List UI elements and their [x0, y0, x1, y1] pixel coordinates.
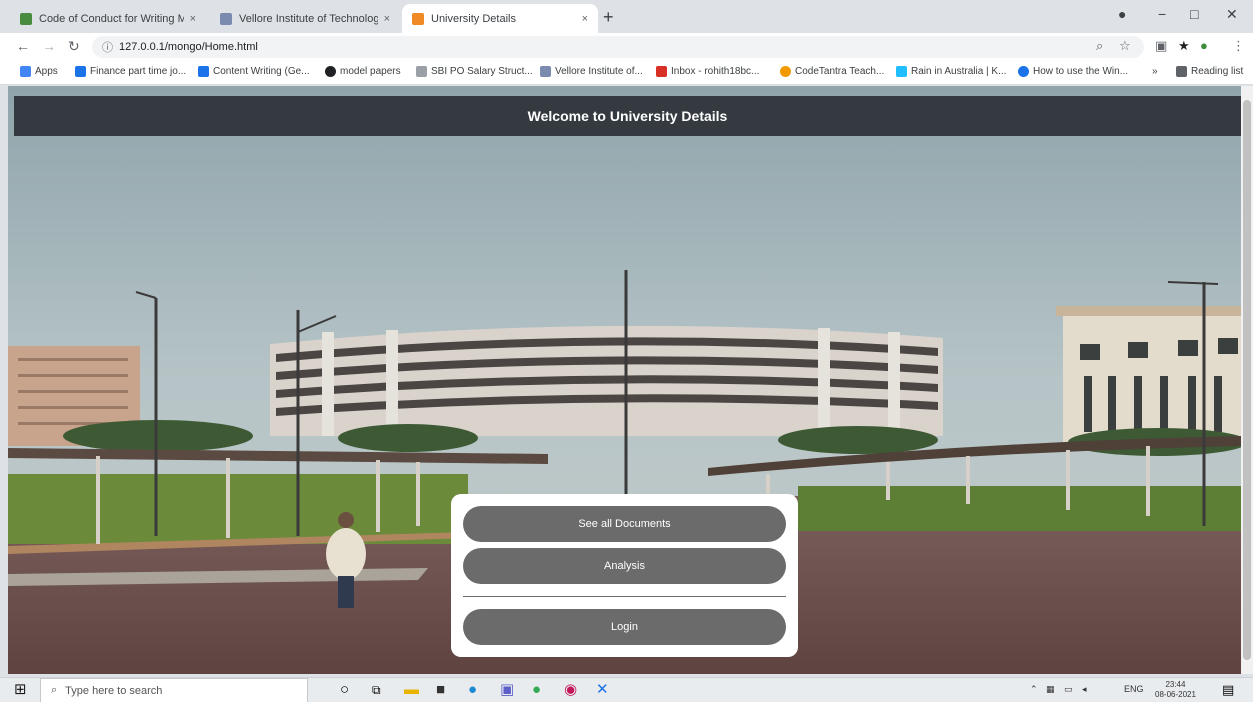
- more-menu-icon[interactable]: ⋮: [1232, 38, 1245, 54]
- close-tab-icon[interactable]: ×: [582, 13, 588, 25]
- bookmark-favicon-icon: [416, 66, 427, 77]
- login-button[interactable]: Login: [463, 609, 786, 645]
- file-explorer-icon[interactable]: ▬: [404, 682, 419, 698]
- tab-code-of-conduct[interactable]: Code of Conduct for Writing M... ×: [10, 4, 206, 33]
- tab-title: University Details: [431, 12, 516, 25]
- bookmark-item[interactable]: CodeTantra Teach...: [780, 66, 884, 77]
- forward-icon[interactable]: →: [42, 38, 56, 54]
- tab-favicon-icon: [220, 12, 232, 25]
- zoom-icon[interactable]: ⌕: [1096, 38, 1103, 54]
- bookmark-item[interactable]: Content Writing (Ge...: [198, 66, 310, 77]
- task-view-icon[interactable]: ⧉: [372, 682, 381, 698]
- bookmark-favicon-icon: [75, 66, 86, 77]
- tab-university-details[interactable]: University Details ×: [402, 4, 598, 33]
- edge-icon[interactable]: ●: [468, 682, 477, 698]
- bookmark-favicon-icon: [198, 66, 209, 77]
- bookmark-favicon-icon: [780, 66, 791, 77]
- profile-avatar-icon[interactable]: ●: [1200, 38, 1208, 53]
- bookmark-favicon-icon: [1018, 66, 1029, 77]
- close-tab-icon[interactable]: ×: [384, 13, 390, 25]
- search-icon: ⌕: [51, 684, 58, 696]
- minimize-icon[interactable]: −: [1158, 6, 1166, 22]
- extension-icon[interactable]: ▣: [1155, 38, 1167, 54]
- menu-divider: [463, 596, 786, 597]
- battery-icon[interactable]: ▭: [1064, 684, 1073, 695]
- taskbar-search-box[interactable]: ⌕ Type here to search: [40, 678, 308, 702]
- cortana-icon[interactable]: ○: [340, 682, 349, 698]
- browser-toolbar: ← → ↻ ⓘ 127.0.0.1/mongo/Home.html ⌕ ☆ ▣ …: [0, 33, 1253, 61]
- language-indicator[interactable]: ENG: [1124, 684, 1144, 694]
- reload-icon[interactable]: ↻: [68, 38, 80, 55]
- volume-icon[interactable]: ◂: [1082, 684, 1087, 695]
- profile-icon[interactable]: ●: [1118, 6, 1126, 22]
- scrollbar-thumb[interactable]: [1243, 100, 1251, 660]
- tab-favicon-icon: [20, 12, 32, 25]
- bookmark-favicon-icon: [540, 66, 551, 77]
- bookmark-item[interactable]: Rain in Australia | K...: [896, 66, 1006, 77]
- search-placeholder: Type here to search: [65, 684, 163, 697]
- clock-date: 08-06-2021: [1155, 690, 1196, 699]
- tab-vellore-institute[interactable]: Vellore Institute of Technology - ×: [210, 4, 400, 33]
- back-icon[interactable]: ←: [16, 38, 30, 54]
- page-viewport: Welcome to University Details See all Do…: [8, 86, 1241, 674]
- bookmark-item[interactable]: SBI PO Salary Struct...: [416, 66, 533, 77]
- notifications-icon[interactable]: ▤: [1222, 682, 1234, 698]
- apps-grid-icon: [20, 66, 31, 77]
- windows-taskbar: ⊞ ⌕ Type here to search ○ ⧉ ▬ ■ ● ▣ ● ◉ …: [0, 677, 1253, 702]
- vscode-icon[interactable]: ✕: [596, 682, 609, 698]
- close-tab-icon[interactable]: ×: [190, 13, 196, 25]
- app-icon[interactable]: ◉: [564, 682, 577, 698]
- close-window-icon[interactable]: ✕: [1226, 6, 1238, 23]
- taskbar-clock[interactable]: 23:44 08-06-2021: [1155, 680, 1196, 700]
- bookmarks-bar: Apps Finance part time jo... Content Wri…: [0, 61, 1253, 85]
- bookmark-apps[interactable]: Apps: [20, 66, 58, 77]
- bookmark-item[interactable]: Vellore Institute of...: [540, 66, 643, 77]
- bookmark-favicon-icon: [325, 66, 336, 77]
- bookmark-item[interactable]: How to use the Win...: [1018, 66, 1128, 77]
- bookmark-item[interactable]: Inbox - rohith18bc...: [656, 66, 759, 77]
- info-icon[interactable]: ⓘ: [102, 39, 113, 55]
- reading-list-icon: [1176, 66, 1187, 77]
- teams-icon[interactable]: ▣: [500, 682, 514, 698]
- windows-start-icon[interactable]: ⊞: [14, 682, 27, 698]
- gmail-icon: [656, 66, 667, 77]
- address-bar[interactable]: ⓘ 127.0.0.1/mongo/Home.html: [92, 36, 1144, 58]
- reading-list[interactable]: Reading list: [1176, 66, 1243, 77]
- new-tab-button[interactable]: +: [603, 8, 614, 26]
- browser-tab-strip: Code of Conduct for Writing M... × Vello…: [0, 0, 1253, 33]
- url-text: 127.0.0.1/mongo/Home.html: [119, 41, 258, 53]
- store-icon[interactable]: ■: [436, 682, 445, 698]
- more-bookmarks-icon[interactable]: »: [1152, 66, 1158, 77]
- tab-title: Code of Conduct for Writing M...: [39, 12, 184, 25]
- bookmark-item[interactable]: model papers: [325, 66, 401, 77]
- analysis-button[interactable]: Analysis: [463, 548, 786, 584]
- bookmark-star-icon[interactable]: ☆: [1119, 38, 1131, 54]
- page-scrollbar[interactable]: [1241, 86, 1253, 674]
- bookmark-item[interactable]: Finance part time jo...: [75, 66, 186, 77]
- tray-chevron-icon[interactable]: ⌃: [1030, 684, 1038, 695]
- see-all-documents-button[interactable]: See all Documents: [463, 506, 786, 542]
- extensions-puzzle-icon[interactable]: ★: [1178, 38, 1190, 54]
- page-header: Welcome to University Details: [14, 96, 1241, 136]
- tab-favicon-icon: [412, 12, 424, 25]
- navigation-card: See all Documents Analysis Login: [451, 494, 798, 657]
- maximize-icon[interactable]: □: [1190, 6, 1198, 22]
- page-title: Welcome to University Details: [527, 108, 728, 124]
- kaggle-icon: [896, 66, 907, 77]
- chrome-icon[interactable]: ●: [532, 682, 541, 698]
- clock-time: 23:44: [1165, 680, 1186, 689]
- tab-title: Vellore Institute of Technology -: [239, 12, 378, 25]
- network-icon[interactable]: ▦: [1046, 684, 1055, 695]
